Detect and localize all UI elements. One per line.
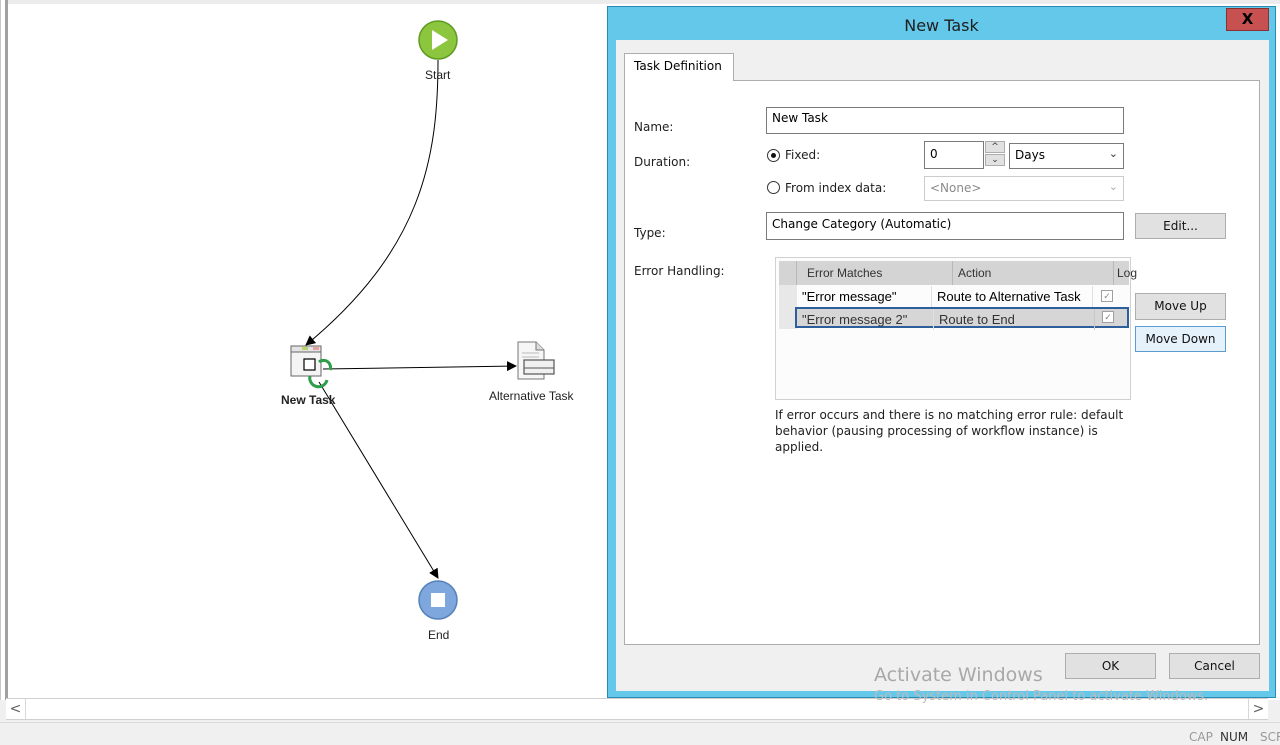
type-input[interactable]: Change Category (Automatic) (766, 212, 1124, 240)
end-node[interactable] (418, 580, 458, 620)
duration-value-input[interactable]: 0 (924, 141, 984, 169)
move-down-button[interactable]: Move Down (1135, 326, 1226, 352)
cancel-button[interactable]: Cancel (1169, 653, 1260, 679)
task-header-red (313, 347, 319, 350)
end-label: End (428, 628, 450, 642)
start-label: Start (425, 68, 451, 82)
close-button[interactable]: X (1226, 8, 1269, 31)
status-bar: CAP NUM SCRL (0, 722, 1280, 745)
duration-unit-value: Days (1015, 148, 1045, 162)
column-error-matches[interactable]: Error Matches (797, 261, 953, 285)
task-square-glyph (303, 358, 316, 371)
table-row[interactable]: "Error message" Route to Alternative Tas… (797, 286, 1129, 307)
column-log[interactable]: Log (1114, 261, 1137, 285)
tab-task-definition[interactable]: Task Definition (624, 53, 734, 81)
edge-new-task-to-alternative-task[interactable] (322, 361, 517, 372)
ok-button[interactable]: OK (1065, 653, 1156, 679)
edit-button[interactable]: Edit... (1135, 213, 1226, 239)
scroll-lock-indicator: SCRL (1260, 730, 1280, 744)
name-label: Name: (634, 120, 674, 134)
error-match-cell[interactable]: "Error message" (797, 286, 932, 307)
chevron-down-icon: ⌄ (1108, 180, 1118, 193)
new-task-dialog: New Task X Task Definition Name: New Tas… (607, 6, 1276, 698)
task-header-green (302, 347, 308, 350)
action-cell[interactable]: Route to End (934, 309, 1095, 330)
index-data-select[interactable]: <None> ⌄ (924, 176, 1124, 201)
log-checkbox[interactable]: ✓ (1102, 311, 1114, 323)
grid-corner (779, 261, 797, 285)
index-data-value: <None> (930, 181, 982, 195)
log-checkbox[interactable]: ✓ (1101, 290, 1113, 302)
refresh-arc-icon-2 (308, 375, 329, 389)
name-input[interactable]: New Task (766, 107, 1124, 134)
error-rules-grid[interactable]: Error Matches Action Log "Error message"… (775, 257, 1137, 400)
dialog-title: New Task (904, 16, 979, 35)
from-index-label: From index data: (785, 181, 887, 195)
edge-new-task-to-end[interactable] (318, 381, 439, 579)
alternative-task-label: Alternative Task (489, 389, 574, 403)
scroll-right-button[interactable]: > (1248, 699, 1268, 719)
table-row-selected[interactable]: "Error message 2" Route to End ✓ (795, 307, 1129, 330)
alternative-task-node[interactable] (517, 341, 555, 380)
column-action[interactable]: Action (953, 261, 1114, 285)
new-task-node[interactable] (290, 345, 332, 389)
start-node[interactable] (418, 20, 458, 60)
workflow-diagram (290, 20, 555, 620)
horizontal-scrollbar[interactable]: < > (6, 698, 1268, 720)
scroll-left-button[interactable]: < (6, 699, 26, 719)
duration-label: Duration: (634, 155, 691, 169)
edge-start-to-new-task[interactable] (305, 59, 439, 346)
new-task-label: New Task (281, 393, 336, 407)
default-behavior-info: If error occurs and there is no matching… (775, 408, 1124, 454)
chevron-down-icon: ⌄ (1108, 147, 1118, 160)
error-match-cell[interactable]: "Error message 2" (797, 309, 934, 330)
dialog-body: Task Definition Name: New Task Duration:… (616, 40, 1269, 691)
type-label: Type: (634, 226, 666, 240)
form-field-glyph (523, 359, 555, 375)
fixed-radio[interactable] (767, 149, 780, 162)
fixed-label: Fixed: (785, 148, 821, 162)
error-handling-label: Error Handling: (634, 264, 725, 278)
task-definition-panel: Name: New Task Duration: Fixed: 0 ^ ⌄ Da… (624, 80, 1260, 645)
move-up-button[interactable]: Move Up (1135, 293, 1226, 320)
spin-down-button[interactable]: ⌄ (985, 154, 1005, 166)
num-lock-indicator: NUM (1220, 730, 1249, 744)
stop-glyph (431, 593, 445, 607)
duration-unit-select[interactable]: Days ⌄ (1009, 143, 1124, 169)
spin-up-button[interactable]: ^ (985, 141, 1005, 153)
caps-lock-indicator: CAP (1189, 730, 1213, 744)
action-cell[interactable]: Route to Alternative Task (932, 286, 1093, 307)
from-index-radio[interactable] (767, 181, 780, 194)
grid-header: Error Matches Action Log (779, 261, 1137, 285)
document-corner (535, 342, 544, 351)
